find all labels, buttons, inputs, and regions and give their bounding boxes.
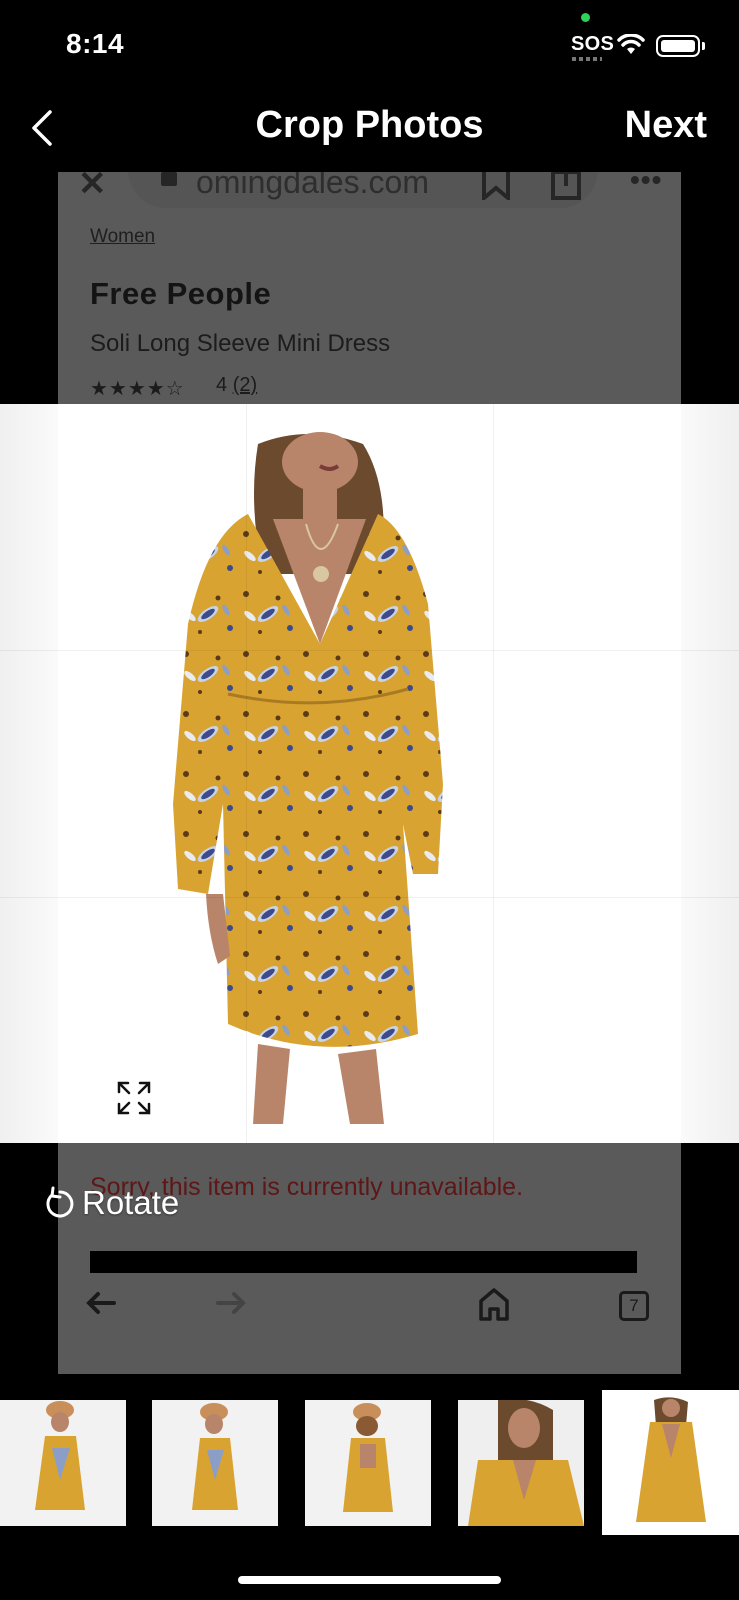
thumbnail-image bbox=[152, 1400, 278, 1526]
rotate-icon bbox=[46, 1186, 74, 1218]
home-indicator bbox=[238, 1576, 501, 1584]
brand-name: Free People bbox=[90, 276, 272, 311]
crop-area[interactable] bbox=[0, 404, 739, 1143]
photo-thumbnail[interactable] bbox=[152, 1400, 278, 1526]
rating-value: 4 bbox=[216, 374, 228, 396]
screenshot-bottom-dimmed: Sorry, this item is currently unavailabl… bbox=[58, 1143, 681, 1374]
carrier-label: SOS bbox=[571, 33, 615, 55]
thumbnail-image bbox=[458, 1400, 584, 1526]
wifi-icon bbox=[617, 34, 645, 54]
status-time: 8:14 bbox=[66, 28, 125, 59]
arrow-left-icon bbox=[86, 1292, 116, 1314]
product-name: Soli Long Sleeve Mini Dress bbox=[90, 330, 391, 357]
close-icon: ✕ bbox=[78, 172, 107, 203]
rating-stars: ★★★★☆ bbox=[90, 378, 185, 400]
photo-thumbnail[interactable] bbox=[458, 1400, 584, 1526]
thumbnail-image bbox=[0, 1400, 126, 1526]
crop-right-margin bbox=[681, 404, 739, 1143]
rotate-label: Rotate bbox=[82, 1184, 180, 1221]
photo-thumbnail-selected[interactable] bbox=[606, 1396, 735, 1532]
thumbnail-image bbox=[305, 1400, 431, 1526]
product-photo bbox=[173, 432, 443, 1124]
arrow-right-icon bbox=[216, 1292, 246, 1314]
rating-count: (2) bbox=[232, 374, 258, 396]
lock-icon bbox=[161, 172, 177, 186]
next-button[interactable]: Next bbox=[625, 104, 707, 147]
battery-tip bbox=[702, 42, 705, 50]
crop-left-margin bbox=[0, 404, 58, 1143]
tabs-count-icon: 7 bbox=[619, 1291, 649, 1321]
thumbnail-image bbox=[606, 1396, 735, 1532]
privacy-indicator-dot bbox=[581, 13, 590, 22]
more-icon: ••• bbox=[630, 172, 663, 195]
share-icon bbox=[551, 172, 581, 200]
expand-icon[interactable] bbox=[116, 1080, 152, 1116]
rotate-button[interactable]: Rotate bbox=[44, 1184, 179, 1222]
add-to-bag-bar bbox=[90, 1251, 637, 1273]
home-icon bbox=[479, 1288, 509, 1321]
photo-thumbnail[interactable] bbox=[305, 1400, 431, 1526]
battery-icon bbox=[656, 35, 700, 57]
bookmark-icon bbox=[482, 172, 510, 200]
photo-thumbnail[interactable] bbox=[0, 1400, 126, 1526]
crop-grid-line bbox=[0, 650, 739, 651]
rating-text: 4 (2) bbox=[216, 374, 257, 397]
screenshot-top-dimmed: ✕ omingdales.com ••• Women Free People S… bbox=[58, 172, 681, 404]
crop-grid-line bbox=[493, 404, 494, 1143]
url-text: omingdales.com bbox=[196, 172, 429, 200]
signal-dots bbox=[572, 57, 602, 61]
breadcrumb: Women bbox=[90, 226, 156, 247]
crop-grid-line bbox=[246, 404, 247, 1143]
crop-grid-line bbox=[0, 897, 739, 898]
